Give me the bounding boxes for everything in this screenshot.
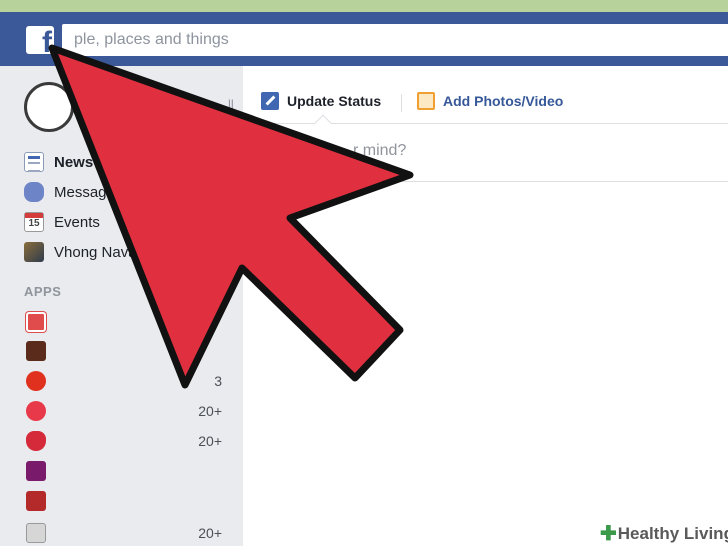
app-icon xyxy=(26,371,46,391)
healthy-living-watermark: ✚ Healthy Living xyxy=(596,522,728,546)
app-icon xyxy=(26,461,46,481)
app-icon xyxy=(26,431,46,451)
app-icon xyxy=(26,312,46,332)
sidebar-item-events[interactable]: 15 Events xyxy=(24,210,100,234)
sidebar-item-label: Messag xyxy=(54,183,107,201)
tab-label: Add Photos/Video xyxy=(443,93,564,109)
apps-section-header: APPS xyxy=(24,284,62,299)
facebook-logo-icon[interactable]: f xyxy=(26,26,54,54)
search-bar[interactable] xyxy=(62,24,728,56)
search-input[interactable] xyxy=(62,24,728,56)
profile-avatar[interactable] xyxy=(24,82,74,132)
profile-name-fragment[interactable]: ll xyxy=(228,97,234,112)
pencil-icon xyxy=(261,92,279,110)
app-icon xyxy=(26,491,46,511)
app-item[interactable]: 20+ xyxy=(26,522,222,544)
sidebar-item-label: Events xyxy=(54,213,100,231)
tab-label: Update Status xyxy=(287,93,382,109)
sidebar-item-label: Vhong Nava xyxy=(54,243,137,261)
composer-tabs: Update Status Add Photos/Video xyxy=(243,80,728,124)
app-count: 3 xyxy=(214,373,222,389)
app-icon xyxy=(26,401,46,421)
tab-update-status[interactable]: Update Status xyxy=(261,92,381,110)
app-count: 20+ xyxy=(198,433,222,449)
sidebar-item-messages[interactable]: Messag xyxy=(24,180,107,204)
sidebar-item-group[interactable]: Vhong Nava xyxy=(24,240,137,264)
app-item[interactable] xyxy=(26,460,222,482)
tab-divider xyxy=(401,94,402,112)
feed-area xyxy=(243,182,728,546)
main-feed: Update Status Add Photos/Video r mind? xyxy=(243,66,728,546)
status-composer[interactable]: r mind? xyxy=(243,124,728,182)
composer-prompt: r mind? xyxy=(353,142,407,159)
tab-add-photos[interactable]: Add Photos/Video xyxy=(417,92,563,110)
app-count: 20+ xyxy=(198,403,222,419)
left-sidebar: ll News Messag 15 Events Vhong Nava APPS… xyxy=(0,66,243,546)
messages-icon xyxy=(24,182,44,202)
app-item[interactable] xyxy=(26,311,222,333)
events-calendar-icon: 15 xyxy=(24,212,44,232)
top-strip xyxy=(0,0,728,12)
app-icon xyxy=(26,341,46,361)
app-item[interactable]: 20+ xyxy=(26,400,222,422)
app-count: 20+ xyxy=(198,525,222,541)
app-item[interactable]: 20+ xyxy=(26,430,222,452)
app-item[interactable] xyxy=(26,340,222,362)
plus-logo-icon: ✚ xyxy=(600,523,617,545)
app-item[interactable]: 3 xyxy=(26,370,222,392)
sidebar-item-news-feed[interactable]: News xyxy=(24,150,93,174)
app-icon xyxy=(26,523,46,543)
watermark-text: Healthy Living xyxy=(617,524,728,543)
app-item[interactable] xyxy=(26,490,222,512)
group-photo-icon xyxy=(24,242,44,262)
photo-icon xyxy=(417,92,435,110)
sidebar-item-label: News xyxy=(54,153,94,171)
news-feed-icon xyxy=(24,152,44,172)
